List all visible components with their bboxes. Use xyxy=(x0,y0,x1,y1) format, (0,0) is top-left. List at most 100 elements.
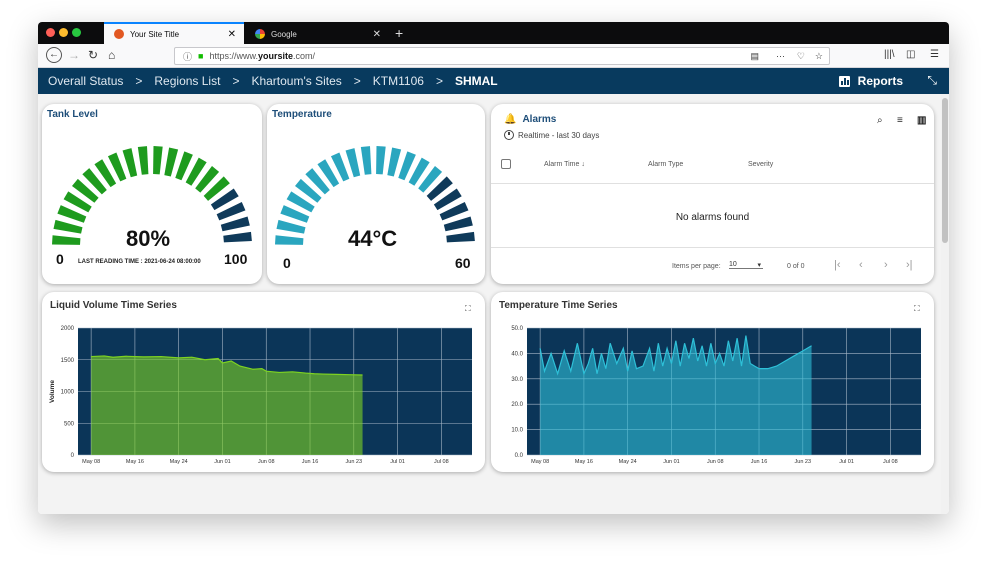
filter-icon[interactable]: ≡ xyxy=(897,115,903,126)
gauge-segment xyxy=(220,216,250,232)
y-tick-label: 50.0 xyxy=(511,326,523,332)
y-tick-label: 30.0 xyxy=(511,377,523,383)
info-icon[interactable]: ⓘ xyxy=(183,50,192,63)
scrollbar-thumb[interactable] xyxy=(942,98,948,243)
x-tick-label: May 24 xyxy=(170,459,188,465)
next-page-icon[interactable]: › xyxy=(884,259,888,271)
x-tick-label: Jun 01 xyxy=(663,459,680,465)
y-tick-label: 500 xyxy=(64,421,75,427)
column-alarm-time[interactable]: Alarm Time ↓ xyxy=(544,161,585,168)
bar-chart-icon xyxy=(838,75,850,87)
liquid-volume-card: Liquid Volume Time Series ⛶ 0 500 1000 1500… xyxy=(42,292,485,472)
column-alarm-type[interactable]: Alarm Type xyxy=(648,161,683,168)
gauge-segment xyxy=(52,235,81,245)
bell-icon: 🔔 xyxy=(504,114,517,125)
breadcrumb-overall-status[interactable]: Overall Status xyxy=(48,74,123,88)
liquid-volume-chart: 0 500 1000 1500 2000 May 08 May 16 May 24 Jun 01… xyxy=(49,326,472,465)
last-reading-time: LAST READING TIME : 2021-06-24 08:00:00 xyxy=(78,259,201,265)
alarms-title: Alarms xyxy=(522,114,557,125)
close-tab-icon[interactable]: ✕ xyxy=(228,29,236,40)
gauge-value: 80% xyxy=(126,226,171,251)
breadcrumb-separator: > xyxy=(353,74,361,88)
tab-title: Your Site Title xyxy=(130,29,180,39)
alarms-subtitle: Realtime - last 30 days xyxy=(504,130,599,140)
tab-google[interactable]: Google ✕ xyxy=(245,24,389,44)
new-tab-icon[interactable]: + xyxy=(395,25,403,41)
url-bar[interactable]: ⓘ ■ https://www.yoursite.com/ ▤ ··· ♡ ☆ xyxy=(174,47,830,65)
gauge-segment xyxy=(164,147,179,177)
firefox-favicon-icon xyxy=(114,29,124,39)
x-tick-label: May 24 xyxy=(619,459,637,465)
x-tick-label: Jun 08 xyxy=(258,459,275,465)
first-page-icon[interactable]: |‹ xyxy=(834,259,841,271)
menu-icon[interactable]: ☰ xyxy=(930,49,939,60)
gauge-min: 0 xyxy=(283,255,291,271)
x-tick-label: Jul 08 xyxy=(883,459,898,465)
gauge-segment xyxy=(446,231,475,243)
close-window-icon[interactable] xyxy=(46,28,55,37)
maximize-window-icon[interactable] xyxy=(72,28,81,37)
column-severity[interactable]: Severity xyxy=(748,161,773,168)
select-all-checkbox[interactable] xyxy=(501,159,511,169)
x-tick-label: Jul 01 xyxy=(839,459,854,465)
breadcrumb-separator: > xyxy=(435,74,443,88)
last-page-icon[interactable]: ›| xyxy=(906,259,913,271)
breadcrumb-sites[interactable]: Khartoum's Sites xyxy=(251,74,341,88)
page-actions-icon[interactable]: ··· xyxy=(776,51,785,61)
breadcrumb-site-id[interactable]: KTM1106 xyxy=(373,74,424,88)
breadcrumb-separator: > xyxy=(232,74,240,88)
y-tick-label: 40.0 xyxy=(511,351,523,357)
x-tick-label: Jul 01 xyxy=(390,459,405,465)
gauge-segment xyxy=(122,148,138,178)
tab-your-site[interactable]: Your Site Title ✕ xyxy=(104,22,244,44)
items-per-page-label: Items per page: xyxy=(672,263,721,270)
sidebar-icon[interactable]: ◫ xyxy=(906,49,915,60)
prev-page-icon[interactable]: ‹ xyxy=(859,259,863,271)
x-tick-label: May 16 xyxy=(126,459,144,465)
y-tick-label: 1000 xyxy=(61,390,75,396)
alarms-subtitle-text: Realtime - last 30 days xyxy=(518,130,600,140)
nav-bar: ← → ↻ ⌂ ⓘ ■ https://www.yoursite.com/ ▤ … xyxy=(38,44,949,68)
temperature-gauge xyxy=(275,146,475,245)
fullscreen-icon[interactable]: ⤡ xyxy=(927,73,937,88)
divider xyxy=(491,183,934,184)
lock-icon: ■ xyxy=(198,51,204,61)
home-icon[interactable]: ⌂ xyxy=(108,48,115,62)
gauge-segment xyxy=(275,235,304,245)
clock-icon xyxy=(504,130,514,140)
reports-button[interactable]: Reports xyxy=(838,74,903,88)
gauge-min: 0 xyxy=(56,251,64,267)
google-favicon-icon xyxy=(255,29,265,39)
sort-arrow-icon: ↓ xyxy=(581,161,585,168)
temperature-series-card: Temperature Time Series ⛶ 0.0 10.0 20.0 30.… xyxy=(491,292,934,472)
gauge-segment xyxy=(345,148,361,178)
pocket-icon[interactable]: ♡ xyxy=(797,51,805,62)
library-icon[interactable]: |||\ xyxy=(884,49,895,60)
breadcrumb: Overall Status > Regions List > Khartoum… xyxy=(38,68,949,94)
x-tick-label: Jun 01 xyxy=(214,459,231,465)
dropdown-arrow-icon: ▾ xyxy=(757,262,761,269)
search-icon[interactable]: ⌕ xyxy=(877,115,883,126)
bookmark-star-icon[interactable]: ☆ xyxy=(815,51,823,62)
reload-icon[interactable]: ↻ xyxy=(88,48,98,62)
alarms-card: 🔔 Alarms Realtime - last 30 days ⌕ ≡ ▥ A… xyxy=(491,104,934,284)
gauge-segment xyxy=(53,219,83,234)
gauge-max: 60 xyxy=(455,255,471,271)
gauge-segment xyxy=(387,147,402,177)
items-per-page-select[interactable]: 10 ▾ xyxy=(729,261,763,269)
browser-window: Your Site Title ✕ Google ✕ + ← → ↻ ⌂ ⓘ ■… xyxy=(38,22,949,514)
back-icon[interactable]: ← xyxy=(46,47,62,63)
items-per-page-value: 10 xyxy=(729,261,737,268)
y-tick-label: 10.0 xyxy=(511,428,523,434)
columns-icon[interactable]: ▥ xyxy=(917,115,926,126)
gauge-segment xyxy=(153,146,163,175)
breadcrumb-separator: > xyxy=(135,74,143,88)
x-tick-label: May 08 xyxy=(531,459,549,465)
tab-strip: Your Site Title ✕ Google ✕ + xyxy=(38,22,949,44)
forward-icon[interactable]: → xyxy=(68,48,80,62)
minimize-window-icon[interactable] xyxy=(59,28,68,37)
breadcrumb-regions-list[interactable]: Regions List xyxy=(154,74,220,88)
reader-view-icon[interactable]: ▤ xyxy=(750,51,759,62)
url-text: https://www.yoursite.com/ xyxy=(209,51,315,61)
close-tab-icon[interactable]: ✕ xyxy=(373,29,381,40)
